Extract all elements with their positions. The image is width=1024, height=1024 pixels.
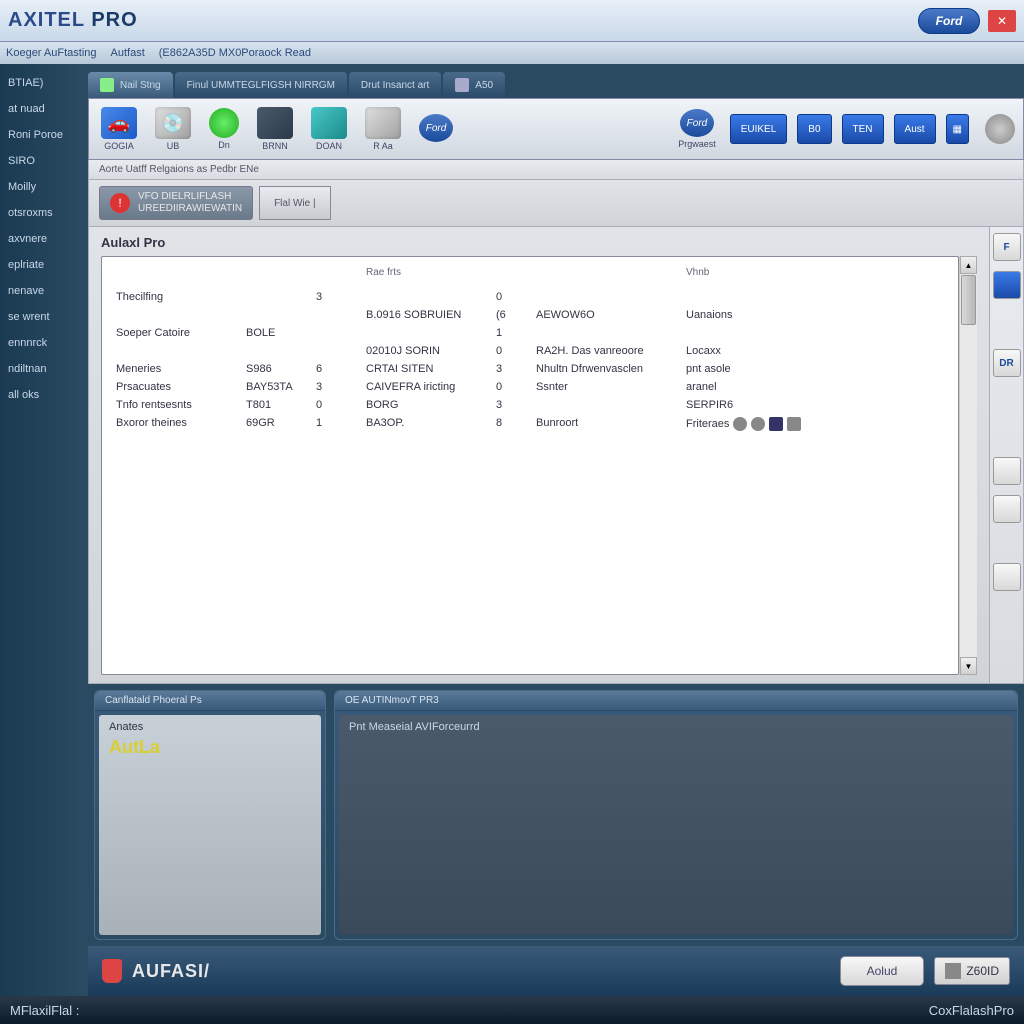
tool-button[interactable]: 💿UB [151,105,195,153]
tool-button[interactable]: Dn [205,106,243,152]
panel-title: Aulaxl Pro [101,235,977,250]
tab[interactable]: Nail Stng [88,72,173,98]
module-icon [311,107,347,139]
titlebar: AXITEL PRO Ford ✕ [0,0,1024,42]
sidebar-item[interactable]: all oks [0,382,82,408]
tab[interactable]: Drut Insanct art [349,72,441,98]
right-panel: F DR [989,227,1023,683]
shield-icon [102,959,122,983]
table-row[interactable]: 02010J SORIN0RA2H. Das vanreooreLocaxx [116,342,958,360]
tabstrip: Nail Stng Finul UMMTEGLFIGSH NIRRGM Drut… [88,70,1024,98]
tool-button[interactable]: 🚗GOGIA [97,105,141,153]
table-row[interactable]: PrsacuatesBAY53TA3CAIVEFRA iricting0Ssnt… [116,378,958,396]
toolbar-blue-button[interactable]: B0 [797,114,831,144]
sidebar-item[interactable]: otsroxms [0,200,82,226]
panel-body: Pnt Measeial AVIForceurrd [339,715,1013,935]
sidebar-item[interactable]: axvnere [0,226,82,252]
table-row[interactable]: Tnfo rentsesntsT8010BORG3SERPIR6 [116,396,958,414]
right-panel-button[interactable]: DR [993,349,1021,377]
chip-icon [257,107,293,139]
bottom-right-panel: OE AUTINmovT PR3 Pnt Measeial AVIForceur… [334,690,1018,940]
sidebar: BTIAE) at nuad Roni Poroe SIRO Moilly ot… [0,64,82,996]
status-right: CoxFlalashPro [929,1003,1014,1018]
sidebar-item[interactable]: SIRO [0,148,82,174]
sidebar-item[interactable]: BTIAE) [0,70,82,96]
toolbar-blue-button[interactable]: ▦ [946,114,969,144]
right-panel-button[interactable]: F [993,233,1021,261]
toolbar-blue-button[interactable]: Aust [894,114,936,144]
scroll-thumb[interactable] [961,275,976,325]
footer-button[interactable]: Aolud [840,956,925,986]
menu-item[interactable]: Koeger AuFtasting [6,47,97,59]
data-table: Rae frts Vhnb Thecilfing30B.0916 SOBRUIE… [101,256,959,675]
sidebar-item[interactable]: nenave [0,278,82,304]
sidebar-item[interactable]: ndiltnan [0,356,82,382]
status-left: MFlaxilFlal : [10,1003,79,1018]
table-row[interactable]: MeneriesS9866CRTAI SITEN3Nhultn Dfrwenva… [116,360,958,378]
table-header: Rae frts Vhnb [116,265,958,288]
table-row[interactable]: Thecilfing30 [116,288,958,306]
footer-bar: AUFASI/ Aolud Z60ID [88,946,1024,996]
toolbar-blue-button[interactable]: EUIKEL [730,114,788,144]
right-panel-button[interactable] [993,495,1021,523]
tab[interactable]: Finul UMMTEGLFIGSH NIRRGM [175,72,347,98]
alert-row: ! VFO DIELRLIFLASHUREEDIIRAWIEWATIN Flal… [88,180,1024,227]
table-row[interactable]: B.0916 SOBRUIEN(6AEWOW6OUanaions [116,306,958,324]
sidebar-item[interactable]: ennnrck [0,330,82,356]
tool-button[interactable]: FordPrgwaest [674,107,720,151]
ford-icon: Ford [419,114,453,142]
tab[interactable]: A50 [443,72,505,98]
sidebar-item[interactable]: se wrent [0,304,82,330]
alert-status: Flal Wie | [259,186,331,220]
sub-toolbar: Aorte Uatff Relgaions as Pedbr ENe [88,160,1024,180]
close-button[interactable]: ✕ [988,10,1016,32]
right-panel-button[interactable] [993,563,1021,591]
tab-icon [100,78,114,92]
panel-header: Canflatald Phoeral Ps [95,691,325,711]
sidebar-item[interactable]: Moilly [0,174,82,200]
right-panel-button[interactable] [993,271,1021,299]
toolbar: 🚗GOGIA 💿UB Dn BRNN DOAN R Aa Ford FordPr… [88,98,1024,160]
sidebar-item[interactable]: eplriate [0,252,82,278]
menu-item[interactable]: Autfast [111,47,145,59]
ford-icon: Ford [680,109,714,137]
scroll-up-button[interactable]: ▲ [960,256,977,274]
ford-logo-icon: Ford [918,8,980,34]
tool-button[interactable]: Ford [415,112,457,146]
right-panel-button[interactable] [993,457,1021,485]
panel-body: Anates AutLa [99,715,321,935]
bottom-left-panel: Canflatald Phoeral Ps Anates AutLa [94,690,326,940]
footer-badge[interactable]: Z60ID [934,957,1010,985]
app-title: AXITEL PRO [8,9,138,32]
badge-icon [945,963,961,979]
tool-button[interactable]: DOAN [307,105,351,153]
menu-item[interactable]: (E862A35D MX0Poraock Read [159,47,311,59]
tool-button[interactable]: R Aa [361,105,405,153]
sidebar-item[interactable]: at nuad [0,96,82,122]
table-row[interactable]: Soeper CatoireBOLE1 [116,324,958,342]
scroll-down-button[interactable]: ▼ [960,657,977,675]
logo-text: AutLa [109,737,311,758]
alert-box: ! VFO DIELRLIFLASHUREEDIIRAWIEWATIN [99,186,253,220]
globe-icon [209,108,239,138]
panel-header: OE AUTINmovT PR3 [335,691,1017,711]
warning-icon: ! [110,193,130,213]
car-icon: 🚗 [101,107,137,139]
device-icon [365,107,401,139]
scrollbar[interactable]: ▲ ▼ [959,256,977,675]
footer-logo: AUFASI/ [132,961,210,982]
gear-icon[interactable] [985,114,1015,144]
statusbar: MFlaxilFlal : CoxFlalashPro [0,996,1024,1024]
sidebar-item[interactable]: Roni Poroe [0,122,82,148]
tool-button[interactable]: BRNN [253,105,297,153]
toolbar-blue-button[interactable]: TEN [842,114,884,144]
tab-icon [455,78,469,92]
table-row[interactable]: Bxoror theines69GR1BA3OP.8BunroortFriter… [116,414,958,434]
menubar: Koeger AuFtasting Autfast (E862A35D MX0P… [0,42,1024,64]
disc-icon: 💿 [155,107,191,139]
